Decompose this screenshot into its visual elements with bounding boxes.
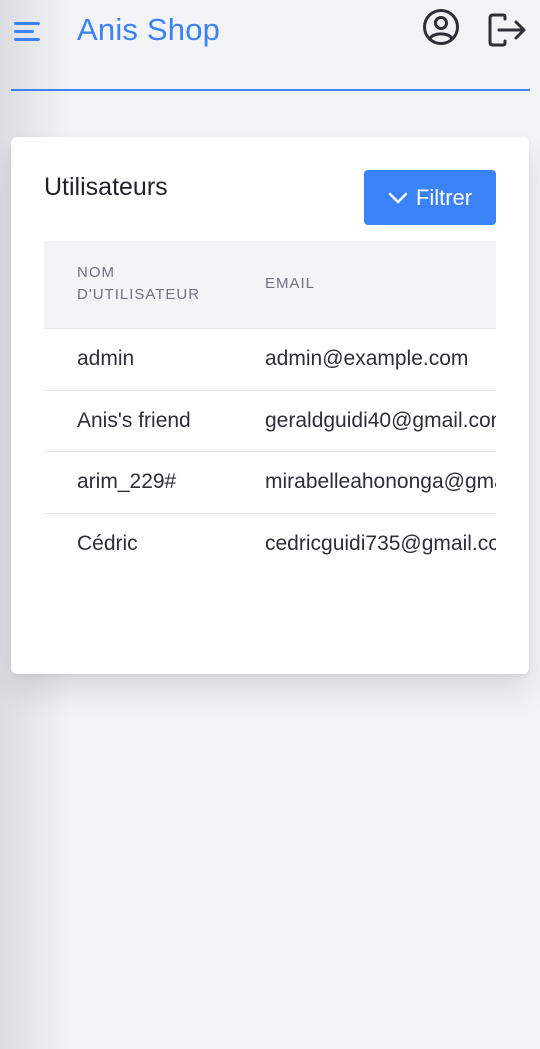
app-title[interactable]: Anis Shop [77,12,220,48]
email-cell: geraldguidi40@gmail.com [265,408,496,432]
chevron-down-icon [388,192,408,203]
header-divider [11,89,530,91]
logout-icon [488,13,526,47]
users-card: Utilisateurs Filtrer NOM D'UTILISATEUR E… [11,137,529,674]
username-cell: Cédric [77,531,138,555]
username-cell: arim_229# [77,470,177,493]
username-cell: admin [77,347,135,370]
table-row[interactable]: Anis's friend geraldguidi40@gmail.com [44,391,496,452]
menu-icon [14,22,40,41]
table-header: NOM D'UTILISATEUR EMAIL [44,241,496,329]
column-header-username[interactable]: NOM D'UTILISATEUR [77,262,227,306]
filter-button-label: Filtrer [415,184,473,210]
table-row[interactable]: Cédric cedricguidi735@gmail.com [44,514,496,576]
app-header: Anis Shop [0,0,540,92]
card-title: Utilisateurs [44,173,168,201]
table-row[interactable]: admin admin@example.com [44,329,496,391]
menu-button[interactable] [14,20,42,42]
user-circle-icon [423,9,459,45]
filter-button[interactable]: Filtrer [364,170,496,225]
table-row[interactable]: arim_229# mirabelleahononga@gmail.com [44,452,496,514]
email-cell: admin@example.com [265,347,469,370]
logout-button[interactable] [487,12,527,50]
column-header-email[interactable]: EMAIL [265,273,315,295]
email-cell: cedricguidi735@gmail.com [265,531,496,555]
table-body: admin admin@example.com Anis's friend ge… [44,329,496,575]
profile-button[interactable] [422,8,460,46]
users-table: NOM D'UTILISATEUR EMAIL admin admin@exam… [44,241,496,575]
email-cell: mirabelleahononga@gmail.com [265,470,496,493]
username-cell: Anis's friend [77,408,191,432]
